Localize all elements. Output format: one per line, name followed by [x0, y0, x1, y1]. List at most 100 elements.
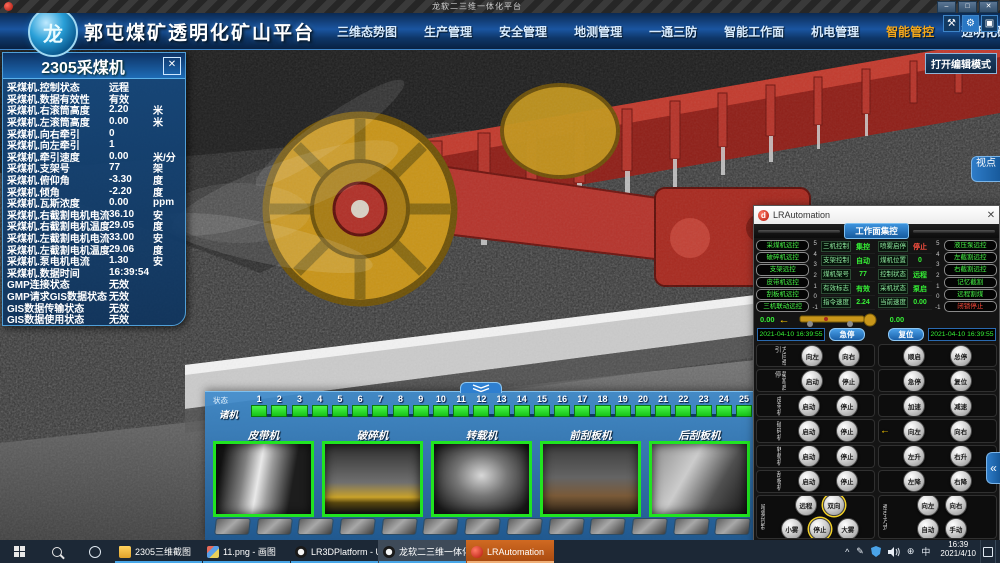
support-indicator[interactable]: 17: [572, 394, 592, 426]
support-indicator[interactable]: 13: [491, 394, 511, 426]
remote-control-button[interactable]: 闭锁停止: [944, 301, 997, 312]
lr-title-bar[interactable]: d LRAutomation ✕: [754, 206, 999, 224]
support-indicator[interactable]: 21: [653, 394, 673, 426]
remote-control-button[interactable]: 右截割远控: [944, 264, 997, 275]
camera-video-thumbnail[interactable]: [649, 441, 750, 517]
nav-menu-item[interactable]: 机电管理: [811, 23, 859, 40]
nav-menu-item[interactable]: 安全管理: [499, 23, 547, 40]
nav-menu-item[interactable]: 智能管控: [886, 23, 934, 40]
support-indicator[interactable]: 25: [734, 394, 754, 426]
support-indicator[interactable]: 7: [370, 394, 390, 426]
round-control-button[interactable]: 远程: [795, 495, 817, 516]
support-indicator[interactable]: 4: [310, 394, 330, 426]
camera-video-thumbnail[interactable]: [540, 441, 641, 517]
round-control-button[interactable]: 停止: [836, 420, 858, 442]
nav-menu-item[interactable]: 一通三防: [649, 23, 697, 40]
camera-video-thumbnail[interactable]: [213, 441, 314, 517]
round-control-button[interactable]: 加速: [903, 395, 925, 417]
support-indicator[interactable]: 6: [350, 394, 370, 426]
support-indicator[interactable]: 5: [330, 394, 350, 426]
estop-pill-button[interactable]: 急停: [829, 328, 865, 341]
taskbar-task[interactable]: LR3DPlatform - U...: [290, 540, 378, 563]
round-control-button[interactable]: 小雾: [781, 518, 803, 539]
camera-item[interactable]: 破碎机: [322, 428, 423, 517]
remote-control-button[interactable]: 记忆截割: [944, 277, 997, 288]
collapse-strip-button[interactable]: [460, 382, 502, 393]
window-title-bar[interactable]: 龙软二三维一体化平台 – □ ✕: [0, 0, 1000, 13]
round-control-button[interactable]: 启动: [798, 445, 820, 467]
round-control-button[interactable]: 右升: [950, 445, 972, 467]
search-button[interactable]: [38, 540, 76, 563]
reset-pill-button[interactable]: 复位: [888, 328, 924, 341]
collapse-panel-tab[interactable]: «: [986, 452, 1000, 484]
support-indicator[interactable]: 22: [673, 394, 693, 426]
camera-video-thumbnail[interactable]: [431, 441, 532, 517]
round-control-button[interactable]: 顺启: [903, 345, 925, 367]
taskbar-clock[interactable]: 16:39 2021/4/10: [936, 540, 980, 563]
round-control-button[interactable]: 启动: [801, 370, 823, 392]
fullscreen-icon[interactable]: ▣: [981, 15, 998, 32]
support-indicator[interactable]: 19: [613, 394, 633, 426]
round-control-button[interactable]: 启动: [798, 420, 820, 442]
round-control-button[interactable]: 停止: [836, 470, 858, 492]
action-center-button[interactable]: [980, 540, 995, 563]
maximize-button[interactable]: □: [958, 1, 977, 13]
support-indicator[interactable]: 10: [431, 394, 451, 426]
round-control-button[interactable]: 减速: [950, 395, 972, 417]
close-icon[interactable]: ✕: [163, 57, 181, 75]
round-control-button[interactable]: 向左: [801, 345, 823, 367]
start-button[interactable]: [0, 540, 38, 563]
support-indicator[interactable]: 11: [451, 394, 471, 426]
lr-close-icon[interactable]: ✕: [983, 210, 999, 221]
round-control-button[interactable]: 大雾: [837, 518, 859, 539]
viewpoint-tab[interactable]: 视点: [971, 156, 1000, 182]
round-control-button[interactable]: 总停: [950, 345, 972, 367]
taskbar-task[interactable]: 2305三维截图: [114, 540, 202, 563]
taskbar-task[interactable]: 龙软二三维一体化...: [378, 540, 466, 563]
support-indicator[interactable]: 16: [552, 394, 572, 426]
support-indicator[interactable]: 20: [633, 394, 653, 426]
round-control-button[interactable]: 手动: [945, 518, 967, 539]
support-indicator[interactable]: 14: [512, 394, 532, 426]
support-indicator[interactable]: 23: [693, 394, 713, 426]
round-control-button[interactable]: 右降: [950, 470, 972, 492]
round-control-button[interactable]: 自动: [917, 518, 939, 539]
remote-control-button[interactable]: 左截割远控: [944, 252, 997, 263]
support-indicator[interactable]: 9: [411, 394, 431, 426]
round-control-button[interactable]: 停止: [836, 445, 858, 467]
workface-control-tab[interactable]: 工作面集控: [844, 223, 909, 239]
cortana-button[interactable]: [76, 540, 114, 563]
round-control-button[interactable]: 停止: [836, 395, 858, 417]
remote-control-button[interactable]: 三机联动远控: [756, 301, 809, 312]
network-icon[interactable]: ⊕: [907, 546, 915, 557]
remote-control-button[interactable]: 采煤机远控: [756, 240, 809, 251]
round-control-button[interactable]: 启动: [798, 395, 820, 417]
support-indicator[interactable]: 15: [532, 394, 552, 426]
shield-icon[interactable]: [871, 546, 881, 557]
support-indicator[interactable]: 12: [471, 394, 491, 426]
ime-indicator[interactable]: 中: [921, 545, 930, 558]
nav-menu-item[interactable]: 三维态势图: [337, 23, 397, 40]
tools-icon[interactable]: ⚒: [943, 15, 960, 32]
round-control-button[interactable]: 向左: [903, 420, 925, 442]
remote-control-button[interactable]: 刮板机远控: [756, 289, 809, 300]
round-control-button[interactable]: 向左: [917, 495, 939, 516]
camera-video-thumbnail[interactable]: [322, 441, 423, 517]
round-control-button[interactable]: 停止: [809, 518, 831, 539]
remote-control-button[interactable]: 破碎机远控: [756, 252, 809, 263]
round-control-button[interactable]: 左降: [903, 470, 925, 492]
support-indicator[interactable]: 24: [714, 394, 734, 426]
round-control-button[interactable]: 停止: [838, 370, 860, 392]
round-control-button[interactable]: 向右: [950, 420, 972, 442]
thumbnail-filmstrip[interactable]: [215, 518, 750, 535]
tray-chevron-up-icon[interactable]: ^: [845, 547, 849, 557]
remote-control-button[interactable]: 远程割煤: [944, 289, 997, 300]
taskbar-task[interactable]: LRAutomation: [466, 540, 554, 563]
nav-menu-item[interactable]: 智能工作面: [724, 23, 784, 40]
show-desktop-button[interactable]: [995, 540, 1000, 563]
remote-control-button[interactable]: 支架远控: [756, 264, 809, 275]
round-control-button[interactable]: 向右: [945, 495, 967, 516]
close-button[interactable]: ✕: [979, 1, 998, 13]
round-control-button[interactable]: 急停: [903, 370, 925, 392]
nav-menu-item[interactable]: 地测管理: [574, 23, 622, 40]
